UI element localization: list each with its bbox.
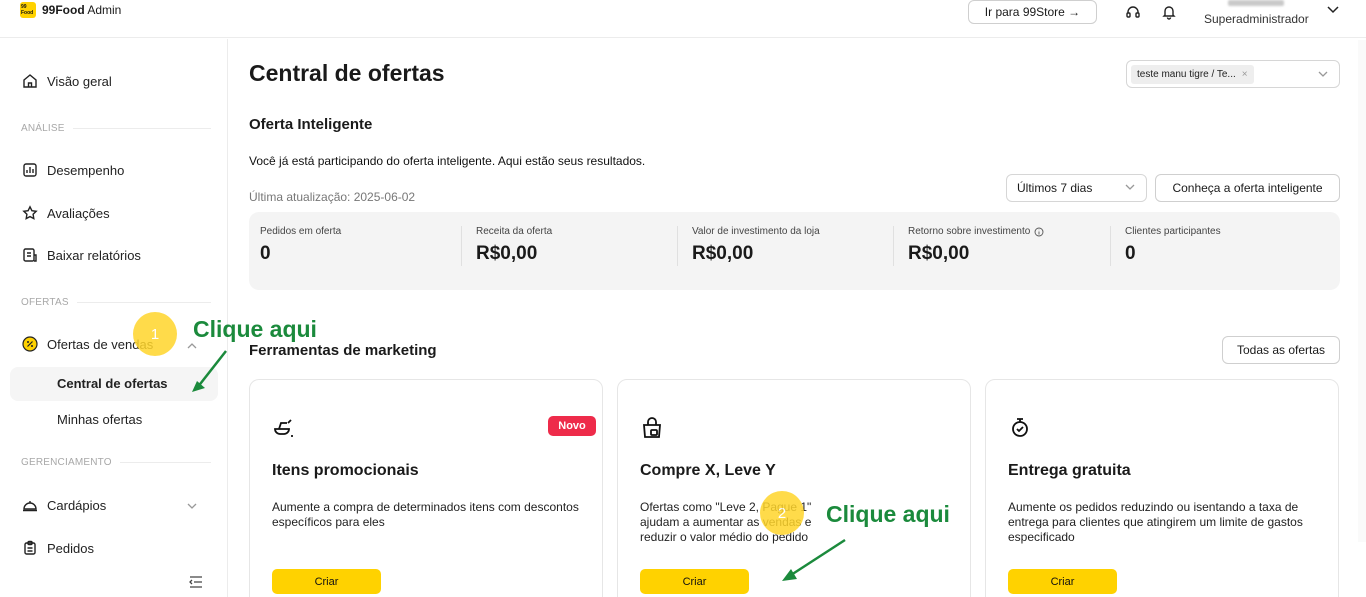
shopping-bag-icon	[640, 416, 664, 445]
cloche-icon	[23, 501, 37, 512]
card-title: Compre X, Leve Y	[640, 462, 776, 479]
chart-icon	[23, 163, 37, 177]
bell-icon[interactable]	[1160, 3, 1178, 21]
chevron-down-icon	[1124, 181, 1136, 196]
sidebar-item-offers-center[interactable]: Central de ofertas	[57, 376, 168, 391]
chevron-down-icon[interactable]	[186, 499, 198, 517]
clipboard-icon	[24, 540, 36, 555]
card-description: Aumente os pedidos reduzindo ou isentand…	[1008, 500, 1303, 544]
info-icon[interactable]	[1034, 227, 1044, 237]
card-title: Itens promocionais	[272, 462, 419, 479]
sidebar-item-reviews[interactable]: Avaliações	[22, 205, 110, 221]
chevron-down-icon[interactable]	[1326, 2, 1340, 21]
report-icon	[23, 248, 37, 262]
collapse-sidebar-icon[interactable]	[188, 575, 204, 594]
card-description: Aumente a compra de determinados itens c…	[272, 500, 579, 529]
stat-investment: Valor de investimento da loja R$0,00	[692, 226, 820, 264]
stat-orders: Pedidos em oferta 0	[260, 226, 342, 264]
card-promo-items[interactable]: Novo Itens promocionais Aumente a compra…	[249, 379, 603, 597]
create-buy-x-get-y-button[interactable]: Criar	[640, 569, 749, 594]
step-marker-2: 2	[760, 491, 804, 535]
card-title: Entrega gratuita	[1008, 462, 1131, 479]
sidebar-item-label: Desempenho	[47, 162, 125, 178]
page-title: Central de ofertas	[249, 60, 445, 86]
dish-icon	[272, 416, 296, 445]
all-offers-button[interactable]: Todas as ofertas	[1222, 336, 1340, 364]
logo-badge: 99 Food	[20, 2, 36, 18]
top-bar: 99 Food 99Food Admin Ir para 99Store → S…	[0, 0, 1366, 38]
period-select[interactable]: Últimos 7 dias	[1006, 174, 1147, 202]
home-icon	[23, 74, 37, 88]
chevron-down-icon[interactable]	[1317, 67, 1329, 85]
sidebar-item-label: Avaliações	[47, 205, 110, 221]
arrow-2-icon	[782, 538, 846, 581]
create-promo-items-button[interactable]: Criar	[272, 569, 381, 594]
sidebar-item-menus[interactable]: Cardápios	[22, 497, 106, 513]
star-icon	[22, 205, 38, 220]
scrollbar[interactable]	[1358, 40, 1366, 542]
stat-customers: Clientes participantes 0	[1125, 226, 1221, 264]
new-badge: Novo	[548, 416, 596, 436]
sidebar-item-reports[interactable]: Baixar relatórios	[22, 247, 141, 263]
discount-badge-icon	[22, 336, 38, 352]
app-logo[interactable]: 99 Food 99Food Admin	[20, 2, 121, 18]
sidebar-item-orders[interactable]: Pedidos	[22, 540, 94, 556]
user-name-blurred	[1228, 0, 1284, 6]
smart-offer-title: Oferta Inteligente	[249, 116, 373, 133]
card-free-delivery[interactable]: Entrega gratuita Aumente os pedidos redu…	[985, 379, 1339, 597]
close-icon[interactable]: ×	[1242, 69, 1248, 80]
sidebar-item-overview[interactable]: Visão geral	[22, 73, 112, 89]
sidebar-item-performance[interactable]: Desempenho	[22, 162, 124, 178]
store-selector[interactable]: teste manu tigre / Te... ×	[1126, 60, 1340, 88]
hint-click-here-2: Clique aqui	[826, 501, 950, 527]
last-updated: Última atualização: 2025-06-02	[249, 190, 416, 204]
sidebar-item-label: Visão geral	[47, 73, 112, 89]
delivery-icon	[1008, 416, 1032, 445]
marketing-tools-title: Ferramentas de marketing	[249, 342, 437, 359]
sidebar-item-label: Cardápios	[47, 497, 107, 513]
user-role[interactable]: Superadministrador	[1204, 12, 1309, 26]
go-to-store-button[interactable]: Ir para 99Store →	[968, 0, 1097, 24]
sidebar-item-label: Baixar relatórios	[47, 247, 141, 263]
sidebar-item-my-offers[interactable]: Minhas ofertas	[57, 412, 142, 427]
store-tag: teste manu tigre / Te... ×	[1131, 65, 1254, 84]
sidebar-item-label: Pedidos	[47, 540, 94, 556]
know-smart-offer-button[interactable]: Conheça a oferta inteligente	[1155, 174, 1340, 202]
step-marker-1: 1	[133, 312, 177, 356]
create-free-delivery-button[interactable]: Criar	[1008, 569, 1117, 594]
section-analysis: ANÁLISE	[21, 123, 211, 134]
stat-roi: Retorno sobre investimento R$0,00	[908, 226, 1118, 265]
brand-name: 99Food	[42, 3, 85, 17]
hint-click-here-1: Clique aqui	[193, 316, 317, 342]
stats-panel: Pedidos em oferta 0 Receita da oferta R$…	[249, 212, 1340, 290]
headset-icon[interactable]	[1124, 3, 1142, 21]
section-offers: OFERTAS	[21, 297, 211, 308]
brand-suffix: Admin	[87, 3, 122, 17]
section-management: GERENCIAMENTO	[21, 457, 211, 468]
arrow-1-icon	[192, 350, 227, 392]
smart-offer-description: Você já está participando do oferta inte…	[249, 154, 646, 168]
stat-revenue: Receita da oferta R$0,00	[476, 226, 553, 264]
